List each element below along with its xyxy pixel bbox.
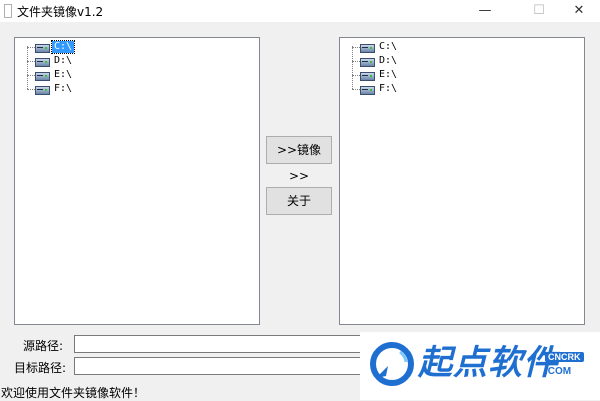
source-folder-tree[interactable]: C:\ D:\ E:\ F:\ <box>14 37 260 325</box>
tree-item-c[interactable]: C:\ <box>348 40 399 54</box>
about-button[interactable]: 关于 <box>266 187 332 215</box>
drive-icon <box>360 56 375 67</box>
target-path-label: 目标路径: <box>14 361 67 375</box>
drive-icon <box>360 84 375 95</box>
close-button[interactable]: ✕ <box>556 0 600 22</box>
drive-icon <box>35 84 50 95</box>
watermark: 起点软件 CNCRK .COM <box>360 332 600 400</box>
source-path-label: 源路径: <box>23 339 64 353</box>
tree-item-label[interactable]: C:\ <box>377 41 399 53</box>
minimize-button[interactable]: — <box>462 0 508 22</box>
tree-item-label[interactable]: F:\ <box>377 83 399 95</box>
tree-item-e[interactable]: E:\ <box>348 68 399 82</box>
tree-item-label[interactable]: D:\ <box>52 55 74 67</box>
drive-icon <box>360 42 375 53</box>
watermark-badge: CNCRK <box>545 352 584 362</box>
tree-item-label[interactable]: E:\ <box>52 69 74 81</box>
tree-item-d[interactable]: D:\ <box>23 54 74 68</box>
tree-item-label[interactable]: E:\ <box>377 69 399 81</box>
drive-icon <box>35 70 50 81</box>
tree-item-e[interactable]: E:\ <box>23 68 74 82</box>
tree-item-c[interactable]: C:\ <box>23 40 76 54</box>
tree-item-d[interactable]: D:\ <box>348 54 399 68</box>
drive-icon <box>360 70 375 81</box>
tree-item-label[interactable]: C:\ <box>50 40 76 54</box>
tree-item-f[interactable]: F:\ <box>348 82 399 96</box>
drive-icon <box>35 42 50 53</box>
app-icon <box>4 4 12 18</box>
target-folder-tree[interactable]: C:\ D:\ E:\ F:\ <box>339 37 585 325</box>
title-bar: 文件夹镜像v1.2 — ☐ ✕ <box>0 0 600 22</box>
tree-item-label[interactable]: D:\ <box>377 55 399 67</box>
tree-item-label[interactable]: F:\ <box>52 83 74 95</box>
status-bar-text: 欢迎使用文件夹镜像软件！ <box>1 386 146 400</box>
watermark-subtext: .COM <box>545 366 572 377</box>
watermark-logo-icon <box>370 342 414 386</box>
tree-item-f[interactable]: F:\ <box>23 82 74 96</box>
window-title: 文件夹镜像v1.2 <box>17 5 104 19</box>
mirror-button[interactable]: >>镜像>> <box>266 136 332 183</box>
drive-icon <box>35 56 50 67</box>
watermark-text: 起点软件 <box>418 343 558 383</box>
